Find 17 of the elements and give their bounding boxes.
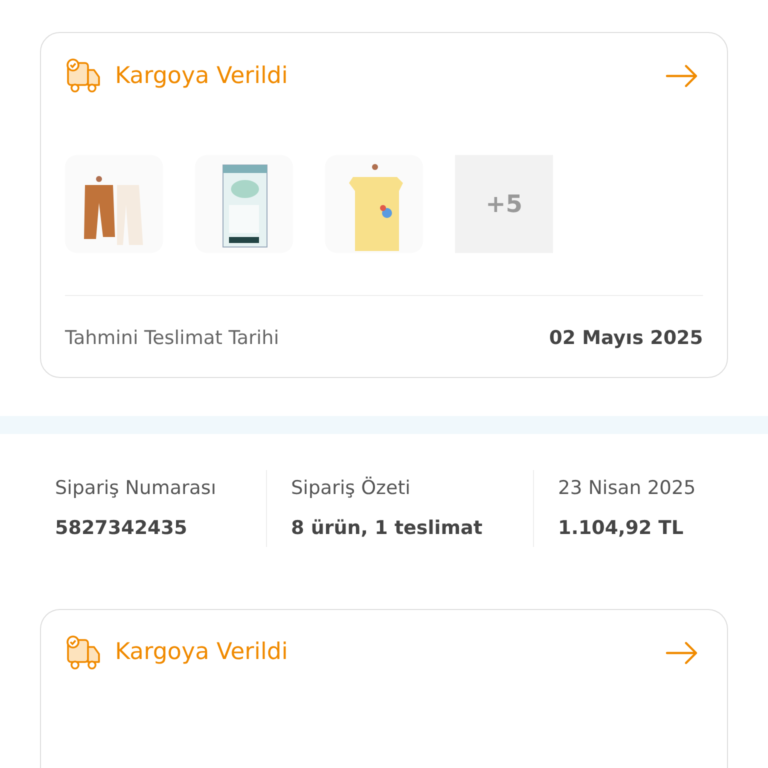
order-date: 23 Nisan 2025 [558,476,696,500]
order-total: 1.104,92 TL [558,516,684,541]
shipment-card[interactable]: Kargoya Verildi [40,608,728,768]
order-summary: 8 ürün, 1 teslimat [291,516,484,541]
truck-icon [65,634,103,672]
more-products-tile[interactable]: +5 [455,155,553,253]
order-number-label: Sipariş Numarası [55,476,218,500]
shipment-card[interactable]: Kargoya Verildi +5 Tahmini Teslimat Tarihi 02 Mayıs 2025 [40,32,728,378]
arrow-right-icon [665,640,699,664]
delivery-date: 02 Mayıs 2025 [549,326,703,351]
delivery-label: Tahmini Teslimat Tarihi [65,326,279,351]
truck-icon [65,57,103,95]
arrow-right-icon [665,64,699,88]
order-summary-label: Sipariş Özeti [291,476,412,500]
order-number: 5827342435 [55,516,188,541]
status-label: Kargoya Verildi [115,62,288,91]
status-label: Kargoya Verildi [115,638,288,668]
